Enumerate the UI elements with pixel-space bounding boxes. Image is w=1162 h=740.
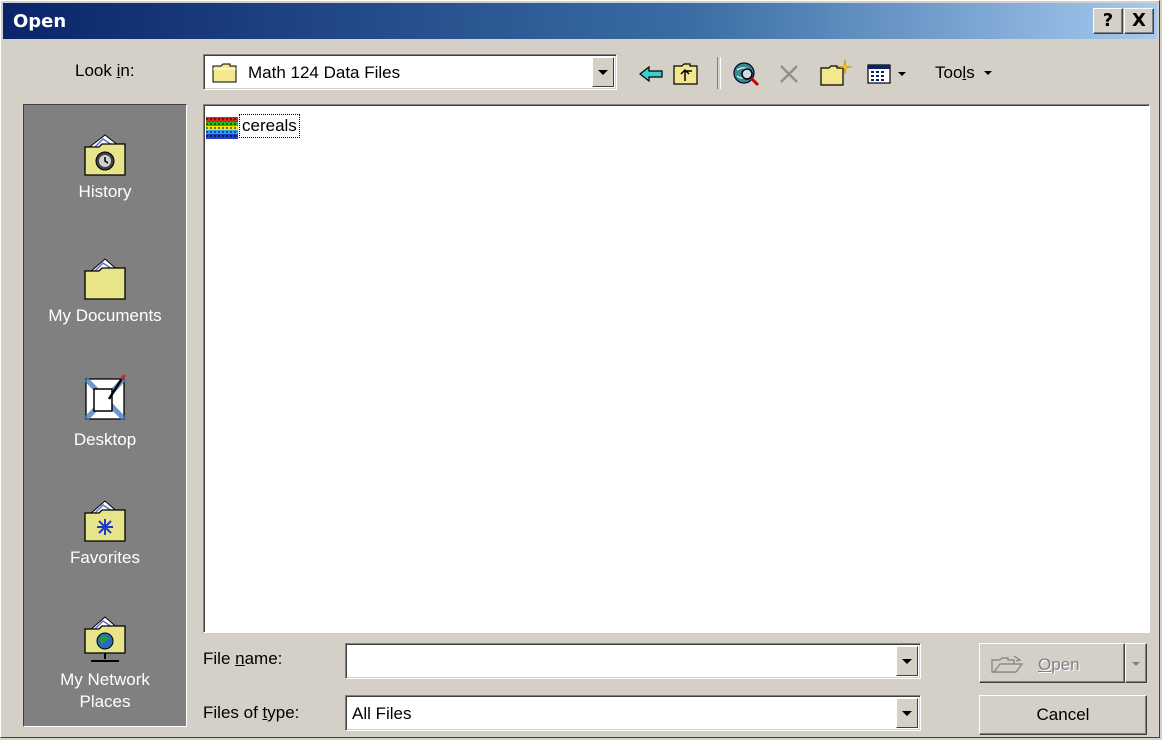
file-name: cereals <box>239 114 300 138</box>
look-in-combo[interactable]: Math 124 Data Files <box>203 54 617 90</box>
look-in-label: Look in: <box>75 61 135 80</box>
history-icon <box>84 134 126 176</box>
place-history[interactable]: History <box>24 131 186 203</box>
look-in-value: Math 124 Data Files <box>248 63 401 82</box>
desktop-icon <box>84 373 127 421</box>
up-folder-icon[interactable] <box>671 57 701 91</box>
file-list[interactable]: cereals <box>203 104 1150 633</box>
chevron-down-icon <box>1132 662 1140 666</box>
place-network-label-line2: Places <box>79 692 131 711</box>
places-bar: History My Documents Desktop Favorites M… <box>23 104 187 727</box>
dialog-title: Open <box>13 11 67 32</box>
place-desktop-label: Desktop <box>73 430 137 449</box>
network-places-icon <box>84 616 126 662</box>
place-favorites-label: Favorites <box>70 548 140 567</box>
folder-icon <box>212 63 237 83</box>
place-favorites[interactable]: Favorites <box>24 497 186 569</box>
open-folder-icon <box>991 655 1024 673</box>
close-button[interactable]: X <box>1124 8 1154 34</box>
tools-menu-button[interactable]: Tools <box>935 63 993 83</box>
new-folder-icon[interactable] <box>819 57 853 91</box>
delete-icon[interactable] <box>775 57 803 91</box>
place-history-label: History <box>78 182 132 201</box>
data-file-icon <box>206 117 238 139</box>
open-options-dropdown-button[interactable] <box>1125 643 1147 683</box>
file-type-dropdown-button[interactable] <box>896 698 918 728</box>
open-button-label: Open <box>1038 655 1080 674</box>
favorites-icon <box>84 500 126 542</box>
file-type-value: All Files <box>352 704 412 723</box>
back-arrow-icon[interactable] <box>637 57 665 91</box>
file-type-label: Files of type: <box>203 703 300 722</box>
place-my-documents[interactable]: My Documents <box>24 255 186 327</box>
help-button[interactable]: ? <box>1093 8 1123 34</box>
views-dropdown-icon[interactable] <box>897 71 907 77</box>
file-name-dropdown-button[interactable] <box>896 646 918 676</box>
my-documents-icon <box>84 258 126 300</box>
title-bar[interactable]: Open ? X <box>3 3 1157 39</box>
file-name-label: File name: <box>203 649 283 668</box>
file-type-select[interactable]: All Files <box>345 695 921 731</box>
open-button[interactable]: Open <box>979 643 1125 683</box>
place-my-documents-label: My Documents <box>48 306 162 325</box>
look-in-dropdown-button[interactable] <box>592 57 614 87</box>
search-web-icon[interactable] <box>729 57 763 91</box>
place-my-network-places[interactable]: My Network Places <box>24 613 186 713</box>
chevron-down-icon <box>984 71 993 75</box>
views-icon[interactable] <box>865 57 893 91</box>
toolbar-separator <box>717 57 721 89</box>
cancel-button[interactable]: Cancel <box>979 695 1147 735</box>
place-network-label-line1: My Network <box>60 670 150 689</box>
open-dialog: Open ? X Look in: Math 124 Data Files To… <box>0 0 1160 738</box>
file-name-input[interactable] <box>345 643 921 679</box>
place-desktop[interactable]: Desktop <box>24 373 186 451</box>
